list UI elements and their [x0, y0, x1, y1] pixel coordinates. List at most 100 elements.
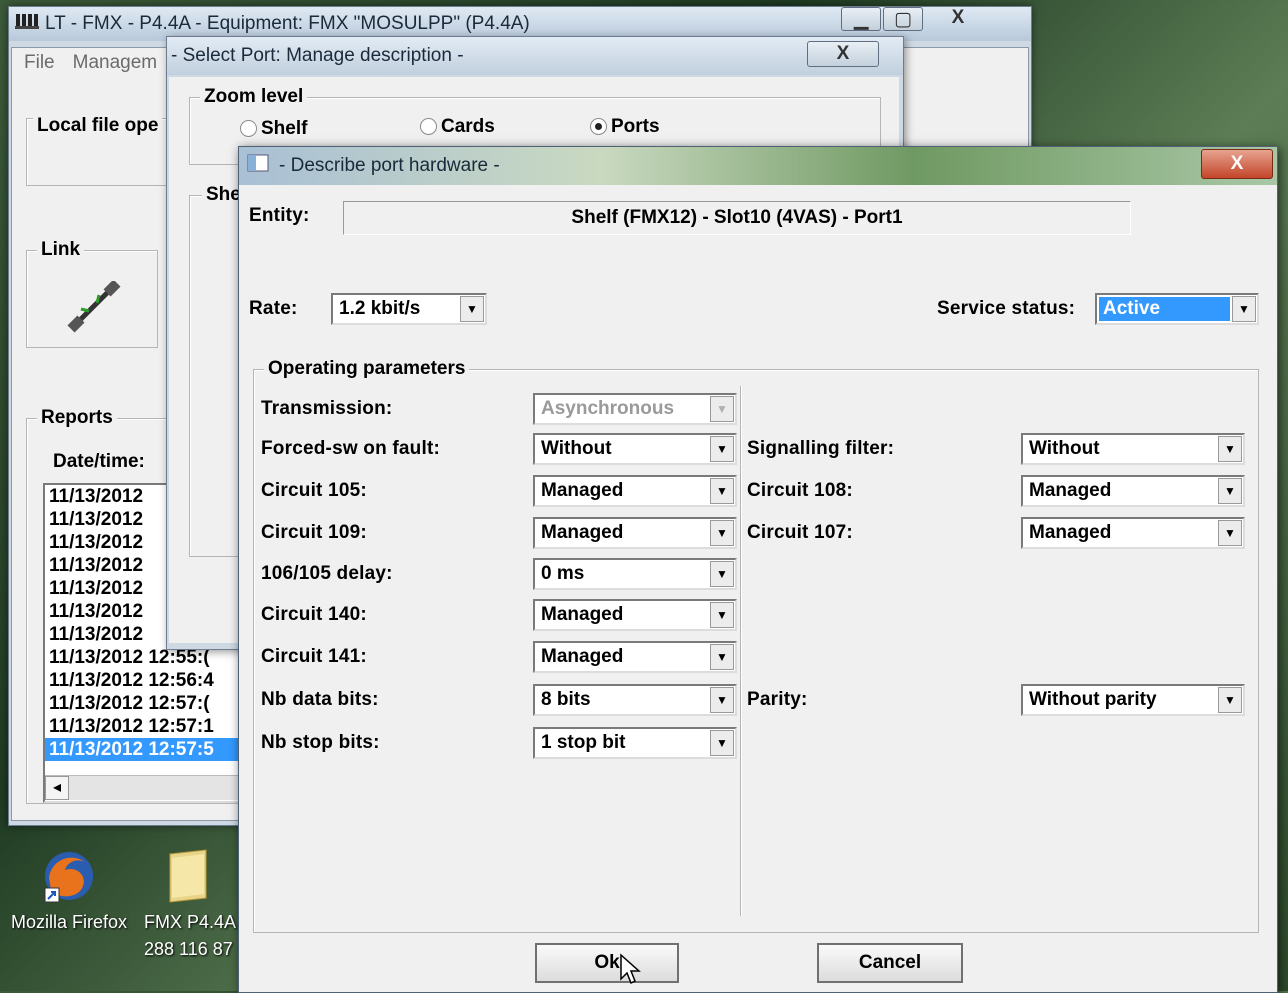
param-value: Managed — [541, 522, 624, 543]
describe-port-dialog: - Describe port hardware - X Entity: She… — [238, 146, 1278, 993]
link-group: Link — [26, 239, 158, 348]
param-select[interactable]: Without ▼ — [1021, 433, 1245, 465]
param-value: Without parity — [1029, 689, 1157, 710]
param-value: Managed — [1029, 480, 1112, 501]
radio-cards-indicator[interactable] — [420, 118, 437, 136]
param-select[interactable]: Managed ▼ — [533, 517, 737, 549]
param-label: Signalling filter: — [747, 438, 895, 459]
cancel-button[interactable]: Cancel — [817, 943, 963, 983]
describe-port-title: - Describe port hardware - — [279, 155, 500, 176]
param-label: Circuit 105: — [261, 480, 367, 501]
radio-ports-label: Ports — [611, 116, 660, 137]
window-controls: ▁ ▢ X — [841, 7, 991, 31]
param-select[interactable]: Managed ▼ — [1021, 475, 1245, 507]
reports-scrollbar[interactable]: ◂ — [45, 775, 265, 800]
service-status-label: Service status: — [937, 298, 1076, 319]
mouse-cursor-icon — [619, 953, 641, 991]
param-label: Circuit 109: — [261, 522, 367, 543]
maximize-button[interactable]: ▢ — [883, 7, 923, 31]
param-value: Asynchronous — [541, 398, 675, 419]
param-value: Managed — [541, 604, 624, 625]
ok-button[interactable]: Ok — [535, 943, 679, 983]
radio-shelf-indicator[interactable] — [240, 120, 257, 138]
service-status-value: Active — [1099, 297, 1230, 321]
param-label: Parity: — [747, 689, 808, 710]
param-select[interactable]: 1 stop bit ▼ — [533, 727, 737, 759]
param-select[interactable]: 8 bits ▼ — [533, 684, 737, 716]
param-label: Circuit 140: — [261, 604, 367, 625]
params-divider — [740, 386, 741, 916]
chevron-down-icon[interactable]: ▼ — [1232, 296, 1256, 322]
radio-cards[interactable]: Cards — [420, 116, 495, 138]
service-status-select[interactable]: Active ▼ — [1095, 293, 1259, 325]
link-icon[interactable] — [67, 279, 121, 339]
folder-icon — [166, 848, 222, 904]
rate-value: 1.2 kbit/s — [339, 298, 421, 319]
param-label: Circuit 141: — [261, 646, 367, 667]
operating-parameters-caption: Operating parameters — [264, 358, 470, 380]
param-select[interactable]: Managed ▼ — [533, 641, 737, 673]
param-select[interactable]: 0 ms ▼ — [533, 558, 737, 590]
chevron-down-icon[interactable]: ▼ — [710, 687, 734, 713]
app-icon — [15, 12, 39, 36]
chevron-down-icon[interactable]: ▼ — [710, 730, 734, 756]
param-select[interactable]: Managed ▼ — [533, 599, 737, 631]
radio-ports[interactable]: Ports — [590, 116, 660, 138]
param-value: Managed — [541, 480, 624, 501]
param-label: Nb stop bits: — [261, 732, 380, 753]
param-select[interactable]: Without parity ▼ — [1021, 684, 1245, 716]
fmx-folder-desktop-icon[interactable]: FMX P4.4A 288 116 87 — [128, 848, 238, 960]
describe-port-close-button[interactable]: X — [1201, 149, 1273, 179]
radio-ports-indicator[interactable] — [590, 118, 607, 136]
chevron-down-icon[interactable]: ▼ — [710, 561, 734, 587]
minimize-button[interactable]: ▁ — [841, 7, 881, 31]
entity-label: Entity: — [249, 205, 310, 226]
chevron-down-icon[interactable]: ▼ — [1218, 687, 1242, 713]
chevron-down-icon[interactable]: ▼ — [460, 296, 484, 322]
chevron-down-icon[interactable]: ▼ — [710, 520, 734, 546]
main-window-title: LT - FMX - P4.4A - Equipment: FMX "MOSUL… — [45, 13, 530, 34]
param-select[interactable]: Managed ▼ — [533, 475, 737, 507]
describe-port-titlebar[interactable]: - Describe port hardware - — [239, 147, 1277, 185]
local-file-group-caption: Local file ope — [33, 115, 163, 137]
date-time-label: Date/time: — [53, 451, 145, 472]
menu-management[interactable]: Managem — [73, 52, 158, 74]
chevron-down-icon[interactable]: ▼ — [710, 602, 734, 628]
close-button[interactable]: X — [925, 7, 991, 29]
chevron-down-icon[interactable]: ▼ — [1218, 520, 1242, 546]
rate-select[interactable]: 1.2 kbit/s ▼ — [331, 293, 487, 325]
chevron-down-icon[interactable]: ▼ — [710, 478, 734, 504]
chevron-down-icon[interactable]: ▼ — [1218, 436, 1242, 462]
firefox-desktop-icon[interactable]: Mozilla Firefox — [4, 848, 134, 933]
radio-shelf-label: Shelf — [261, 118, 308, 139]
entity-value: Shelf (FMX12) - Slot10 (4VAS) - Port1 — [571, 207, 903, 228]
link-group-caption: Link — [37, 239, 85, 261]
param-select: Asynchronous ▼ — [533, 393, 737, 425]
param-value: Without — [541, 438, 612, 459]
rate-label: Rate: — [249, 298, 298, 319]
param-label: 106/105 delay: — [261, 563, 393, 584]
select-port-titlebar[interactable]: - Select Port: Manage description - — [167, 37, 903, 75]
cancel-button-label: Cancel — [858, 952, 922, 973]
chevron-down-icon[interactable]: ▼ — [710, 644, 734, 670]
param-label: Nb data bits: — [261, 689, 379, 710]
menu-file[interactable]: File — [24, 52, 55, 74]
select-port-close-button[interactable]: X — [807, 41, 879, 67]
param-select[interactable]: Managed ▼ — [1021, 517, 1245, 549]
param-label: Circuit 108: — [747, 480, 853, 501]
select-port-title: - Select Port: Manage description - — [171, 45, 464, 66]
param-label: Forced-sw on fault: — [261, 438, 441, 459]
reports-group-caption: Reports — [37, 407, 117, 429]
dialog-app-icon — [247, 154, 269, 178]
radio-shelf[interactable]: Shelf — [240, 118, 307, 140]
chevron-down-icon[interactable]: ▼ — [710, 436, 734, 462]
scroll-left-button[interactable]: ◂ — [45, 776, 69, 800]
fmx-folder-label: FMX P4.4A — [144, 912, 237, 932]
param-label: Transmission: — [261, 398, 393, 419]
firefox-icon — [41, 848, 97, 904]
param-value: 8 bits — [541, 689, 591, 710]
chevron-down-icon[interactable]: ▼ — [1218, 478, 1242, 504]
param-select[interactable]: Without ▼ — [533, 433, 737, 465]
chevron-down-icon: ▼ — [710, 396, 734, 422]
param-value: Without — [1029, 438, 1100, 459]
